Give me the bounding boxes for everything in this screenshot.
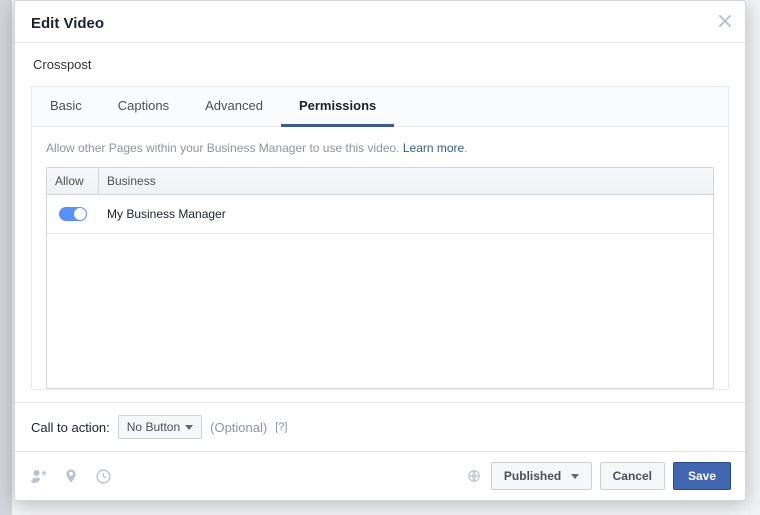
globe-icon[interactable] [467, 469, 481, 483]
tag-people-icon[interactable] [29, 467, 47, 485]
cta-optional-text: (Optional) [210, 420, 267, 435]
cancel-button[interactable]: Cancel [600, 462, 665, 490]
table-row: My Business Manager [47, 195, 713, 234]
allow-toggle[interactable] [59, 207, 87, 221]
published-label: Published [504, 469, 561, 483]
cta-select[interactable]: No Button [118, 415, 202, 439]
permissions-table-header: Allow Business [47, 168, 713, 195]
permissions-table: Allow Business My Business Manager [46, 167, 714, 389]
save-button[interactable]: Save [673, 462, 731, 490]
column-header-business: Business [99, 168, 713, 194]
app-backdrop: Edit Video Crosspost Basic Captions Adva… [0, 0, 760, 515]
crosspost-card: Basic Captions Advanced Permissions Allo… [31, 86, 729, 390]
permissions-content: Allow other Pages within your Business M… [32, 127, 728, 389]
chevron-down-icon [571, 474, 579, 479]
modal-title: Edit Video [31, 15, 729, 32]
column-header-allow: Allow [47, 168, 99, 194]
learn-more-link[interactable]: Learn more [403, 141, 464, 155]
modal-header: Edit Video [15, 1, 745, 43]
cta-select-value: No Button [127, 420, 180, 434]
hint-text: Allow other Pages within your Business M… [46, 141, 403, 155]
modal-footer: Published Cancel Save [15, 451, 745, 500]
crosspost-heading: Crosspost [31, 43, 729, 86]
permissions-hint: Allow other Pages within your Business M… [46, 141, 714, 155]
tab-bar: Basic Captions Advanced Permissions [32, 87, 728, 127]
close-icon[interactable] [717, 13, 733, 29]
edit-video-modal: Edit Video Crosspost Basic Captions Adva… [14, 0, 746, 501]
published-dropdown[interactable]: Published [491, 462, 592, 490]
footer-icon-group [29, 467, 112, 485]
business-cell: My Business Manager [99, 195, 713, 233]
tab-captions[interactable]: Captions [100, 87, 187, 126]
tab-advanced[interactable]: Advanced [187, 87, 281, 126]
modal-body: Crosspost Basic Captions Advanced Permis… [15, 43, 745, 402]
background-strip-left [0, 0, 12, 515]
allow-cell [47, 195, 99, 233]
clock-icon[interactable] [95, 468, 112, 485]
location-icon[interactable] [63, 467, 79, 485]
cta-bar: Call to action: No Button (Optional) [?] [15, 402, 745, 451]
tab-basic[interactable]: Basic [32, 87, 100, 126]
help-icon[interactable]: [?] [275, 421, 287, 433]
chevron-down-icon [185, 425, 193, 430]
background-strip-right [748, 0, 760, 515]
tab-permissions[interactable]: Permissions [281, 87, 394, 127]
cta-label: Call to action: [31, 420, 110, 435]
